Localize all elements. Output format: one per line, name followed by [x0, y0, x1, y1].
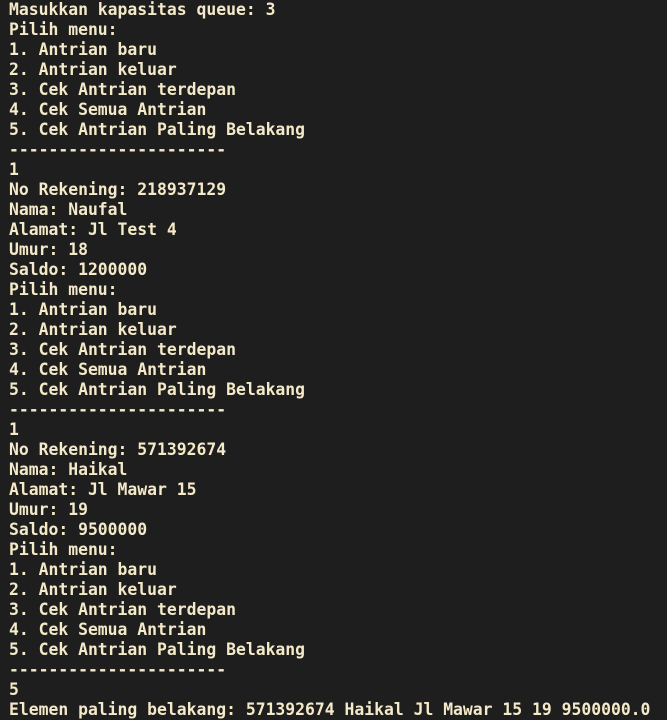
- terminal-line: Alamat: Jl Mawar 15: [9, 480, 197, 499]
- terminal-line: 3. Cek Antrian terdepan: [9, 80, 236, 99]
- terminal-line: 1. Antrian baru: [9, 560, 158, 579]
- terminal-line: 1. Antrian baru: [9, 40, 158, 59]
- terminal-line: 1: [9, 160, 19, 179]
- terminal-line: ----------------------: [9, 660, 227, 679]
- terminal-line: 2. Antrian keluar: [9, 320, 177, 339]
- terminal-line: Alamat: Jl Test 4: [9, 220, 177, 239]
- terminal-line: 5. Cek Antrian Paling Belakang: [9, 380, 306, 399]
- terminal-line: Pilih menu:: [9, 540, 118, 559]
- terminal-line: Saldo: 1200000: [9, 260, 148, 279]
- terminal-output[interactable]: Masukkan kapasitas queue: 3 Pilih menu: 1.…: [0, 0, 667, 720]
- terminal-line: Nama: Naufal: [9, 200, 128, 219]
- terminal-line: Pilih menu:: [9, 20, 118, 39]
- terminal-line: Masukkan kapasitas queue: 3: [9, 0, 276, 19]
- terminal-line: Elemen paling belakang: 571392674 Haikal…: [9, 700, 651, 719]
- terminal-line: 3. Cek Antrian terdepan: [9, 340, 236, 359]
- terminal-line: No Rekening: 571392674: [9, 440, 227, 459]
- terminal-line: Saldo: 9500000: [9, 520, 148, 539]
- terminal-line: 5: [9, 680, 19, 699]
- terminal-line: 5. Cek Antrian Paling Belakang: [9, 640, 306, 659]
- terminal-line: 3. Cek Antrian terdepan: [9, 600, 236, 619]
- terminal-line: 4. Cek Semua Antrian: [9, 360, 207, 379]
- terminal-line: ----------------------: [9, 400, 227, 419]
- terminal-line: Pilih menu:: [9, 280, 118, 299]
- terminal-line: ----------------------: [9, 140, 227, 159]
- terminal-line: 1: [9, 420, 19, 439]
- terminal-line: 2. Antrian keluar: [9, 580, 177, 599]
- terminal-line: No Rekening: 218937129: [9, 180, 227, 199]
- terminal-line: 1. Antrian baru: [9, 300, 158, 319]
- terminal-line: Umur: 18: [9, 240, 88, 259]
- terminal-line: Umur: 19: [9, 500, 88, 519]
- terminal-line: Nama: Haikal: [9, 460, 128, 479]
- terminal-line: 5. Cek Antrian Paling Belakang: [9, 120, 306, 139]
- terminal-line: 2. Antrian keluar: [9, 60, 177, 79]
- terminal-line: 4. Cek Semua Antrian: [9, 100, 207, 119]
- terminal-line: 4. Cek Semua Antrian: [9, 620, 207, 639]
